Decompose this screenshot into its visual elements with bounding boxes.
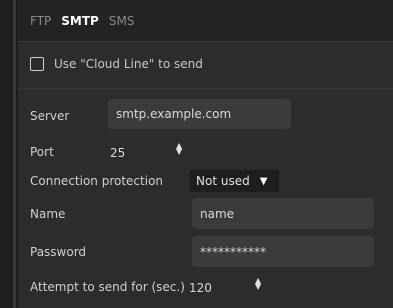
smtp-settings-panel: FTP SMTP SMS Use "Cloud Line" to send Se…: [0, 0, 393, 308]
cloud-line-label: Use "Cloud Line" to send: [54, 57, 203, 71]
port-label: Port: [30, 145, 54, 159]
tab-smtp[interactable]: SMTP: [61, 14, 99, 28]
protection-label: Connection protection: [30, 174, 164, 188]
up-down-arrows-icon[interactable]: ▲ ▼: [176, 142, 182, 156]
password-value: ***********: [200, 244, 266, 259]
left-border: [0, 0, 18, 308]
up-down-arrows-icon[interactable]: ▲ ▼: [255, 277, 261, 291]
server-value: smtp.example.com: [116, 107, 232, 121]
attempt-label: Attempt to send for (sec.): [30, 280, 185, 294]
name-label: Name: [30, 207, 66, 221]
protection-dropdown[interactable]: Not used ▼: [190, 170, 279, 192]
attempt-value: 120: [189, 281, 212, 295]
attempt-stepper[interactable]: 120 ▲ ▼: [189, 277, 269, 296]
port-value: 25: [110, 146, 126, 160]
caret-down-icon: ▼: [259, 175, 268, 187]
password-input[interactable]: ***********: [192, 236, 374, 267]
cloud-line-checkbox[interactable]: [30, 57, 44, 71]
server-input[interactable]: smtp.example.com: [108, 99, 291, 129]
port-stepper[interactable]: 25 ▲ ▼: [110, 142, 190, 161]
name-value: name: [200, 206, 235, 221]
tab-bar: FTP SMTP SMS: [18, 0, 393, 42]
left-rule: [13, 0, 16, 308]
cloud-line-option[interactable]: Use "Cloud Line" to send: [30, 57, 203, 71]
protection-value: Not used: [196, 174, 250, 188]
section-divider: [18, 88, 393, 89]
name-input[interactable]: name: [192, 198, 374, 229]
server-label: Server: [30, 109, 70, 123]
tab-ftp[interactable]: FTP: [30, 14, 51, 28]
password-label: Password: [30, 245, 87, 259]
tab-sms[interactable]: SMS: [109, 14, 135, 28]
